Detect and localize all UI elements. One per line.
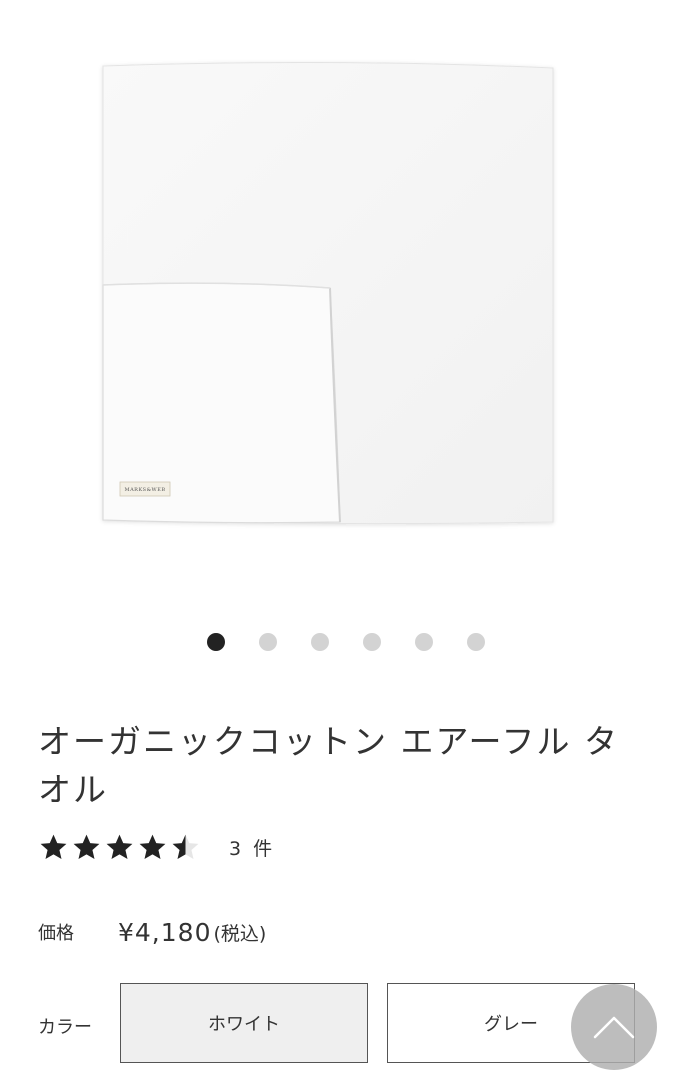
color-option-white[interactable]: ホワイト — [120, 983, 368, 1063]
price-row: 価格 ¥4,180 (税込) — [38, 912, 266, 952]
pager-dot-5[interactable] — [414, 633, 433, 651]
chevron-up-icon — [593, 1016, 635, 1039]
pager-dot-6[interactable] — [466, 633, 485, 651]
price-value: ¥4,180 — [118, 917, 212, 947]
image-pager — [0, 633, 675, 651]
review-count[interactable]: 3 件 — [229, 834, 275, 861]
price-label: 価格 — [38, 923, 74, 944]
star-half-icon — [172, 834, 199, 859]
product-title: オーガニックコットン エアーフル タオル — [38, 722, 620, 809]
rating: 3 件 — [38, 830, 275, 864]
pager-dot-2[interactable] — [258, 633, 277, 651]
star-icon — [40, 834, 67, 859]
towel-illustration: MARKS&WEB — [102, 61, 554, 525]
product-image[interactable]: MARKS&WEB — [0, 0, 675, 600]
star-icon — [106, 834, 133, 859]
pager-dot-3[interactable] — [310, 633, 329, 651]
pager-dot-4[interactable] — [362, 633, 381, 651]
color-label: カラー — [38, 1017, 92, 1038]
star-icon — [139, 834, 166, 859]
price-tax-note: (税込) — [213, 922, 267, 945]
star-icon — [73, 834, 100, 859]
rating-stars — [38, 832, 201, 863]
towel-tag-text: MARKS&WEB — [124, 487, 165, 493]
color-selector: カラー ホワイト グレー — [38, 983, 638, 1065]
pager-dot-1[interactable] — [206, 633, 225, 651]
scroll-to-top-button[interactable] — [571, 984, 657, 1070]
